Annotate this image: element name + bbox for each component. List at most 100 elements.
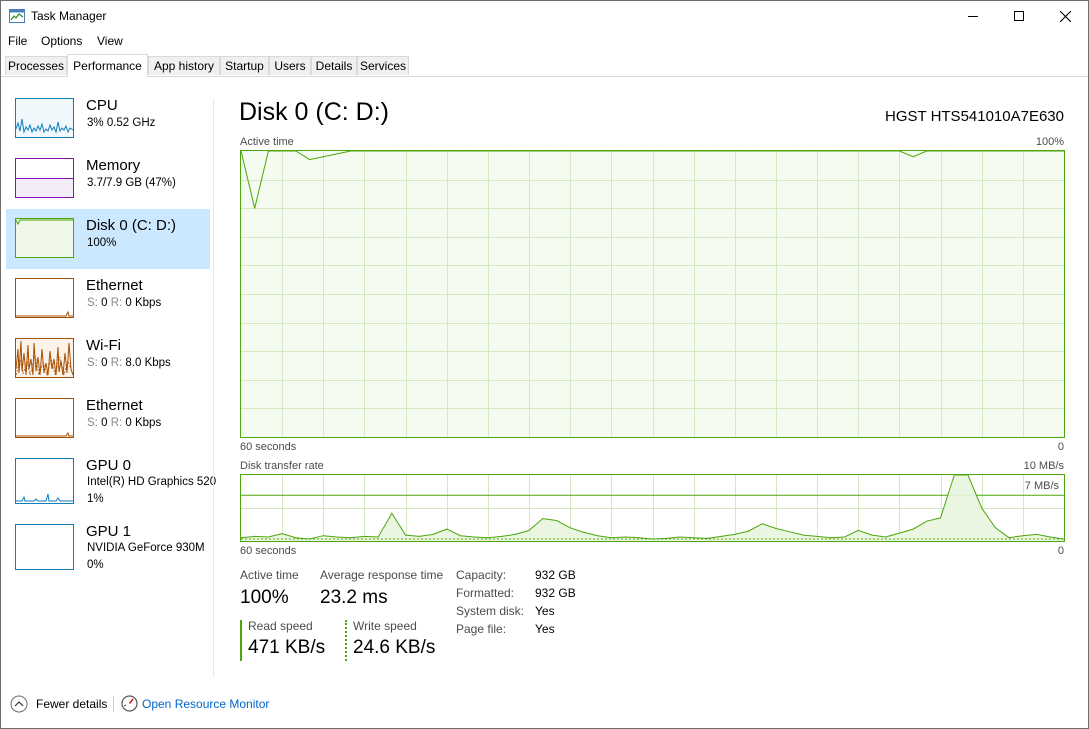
tab-services[interactable]: Services bbox=[357, 56, 409, 75]
sidebar-item-gpu1[interactable]: GPU 1 NVIDIA GeForce 930M 0% bbox=[6, 515, 210, 581]
data-point bbox=[610, 537, 612, 539]
minimize-button[interactable] bbox=[950, 1, 996, 31]
data-point bbox=[843, 151, 846, 152]
data-point bbox=[926, 520, 928, 522]
footer: Fewer details Open Resource Monitor bbox=[1, 689, 1088, 719]
data-point bbox=[1063, 151, 1064, 152]
gpu1-thumbnail bbox=[15, 524, 74, 570]
data-point bbox=[446, 528, 448, 530]
data-point bbox=[1008, 537, 1010, 539]
sidebar-divider bbox=[213, 99, 214, 677]
capacity-value: 932 GB bbox=[535, 568, 576, 582]
data-point bbox=[981, 507, 983, 509]
tab-performance[interactable]: Performance bbox=[67, 54, 148, 77]
active-time-plot bbox=[241, 151, 1064, 437]
wifi-thumbnail bbox=[15, 338, 74, 378]
sidebar-item-detail: 3% 0.52 GHz bbox=[87, 117, 156, 129]
active-time-max-label: 100% bbox=[1035, 136, 1064, 148]
sidebar-item-disk0[interactable]: Disk 0 (C: D:) 100% bbox=[6, 209, 210, 269]
data-point bbox=[885, 151, 887, 152]
sidebar-item-detail: 100% bbox=[87, 237, 117, 249]
data-point bbox=[939, 151, 942, 152]
data-point bbox=[871, 151, 873, 152]
data-point bbox=[679, 151, 681, 152]
menu-file[interactable]: File bbox=[8, 34, 27, 48]
data-point bbox=[308, 158, 311, 161]
write-speed-value: 24.6 KB/s bbox=[353, 637, 436, 658]
data-point bbox=[336, 536, 338, 538]
data-point bbox=[843, 536, 846, 538]
data-point bbox=[789, 151, 791, 152]
fewer-details-link[interactable]: Fewer details bbox=[36, 697, 107, 711]
sidebar-item-ethernet-2[interactable]: Ethernet S: 0 R: 0 Kbps bbox=[6, 389, 210, 449]
data-point bbox=[528, 529, 530, 532]
tab-bar: Processes Performance App history Startu… bbox=[1, 54, 1088, 77]
tab-users[interactable]: Users bbox=[269, 56, 311, 75]
sidebar-item-detail: S: 0 R: 0 Kbps bbox=[87, 417, 162, 429]
data-point bbox=[432, 151, 434, 152]
minimize-icon bbox=[968, 16, 978, 17]
sidebar-item-cpu[interactable]: CPU 3% 0.52 GHz bbox=[6, 89, 210, 149]
write-speed-label: Write speed bbox=[353, 619, 417, 633]
data-point bbox=[939, 517, 942, 519]
data-point bbox=[418, 151, 420, 152]
sidebar-item-detail-2: 1% bbox=[87, 493, 104, 505]
data-point bbox=[651, 538, 654, 540]
data-point bbox=[871, 534, 873, 536]
chevron-up-icon[interactable] bbox=[10, 695, 28, 713]
data-point bbox=[1008, 151, 1010, 152]
sidebar-item-ethernet[interactable]: Ethernet S: 0 R: 0 Kbps bbox=[6, 269, 210, 329]
data-point bbox=[775, 527, 777, 530]
data-point bbox=[487, 537, 489, 539]
data-point bbox=[405, 534, 407, 536]
close-icon bbox=[1059, 10, 1071, 22]
data-point bbox=[583, 531, 585, 534]
data-point bbox=[295, 537, 297, 539]
sidebar-item-label: Ethernet bbox=[86, 277, 143, 294]
menu-bar: File Options View bbox=[1, 32, 1088, 50]
close-button[interactable] bbox=[1042, 1, 1088, 31]
data-point bbox=[638, 537, 640, 539]
data-point bbox=[514, 533, 516, 535]
data-point bbox=[391, 512, 393, 514]
tab-app-history[interactable]: App history bbox=[148, 56, 220, 75]
maximize-button[interactable] bbox=[996, 1, 1042, 31]
data-point bbox=[583, 151, 585, 152]
disk-thumbnail bbox=[15, 218, 74, 258]
active-time-graph-label: Active time bbox=[240, 136, 294, 148]
sidebar-item-detail: 3.7/7.9 GB (47%) bbox=[87, 177, 176, 189]
transfer-rate-min-label: 0 bbox=[1057, 545, 1064, 557]
task-manager-window: Task Manager File Options View Processes… bbox=[0, 0, 1089, 729]
data-point bbox=[651, 151, 654, 152]
data-point bbox=[1049, 151, 1051, 152]
avg-response-label: Average response time bbox=[320, 568, 444, 582]
data-point bbox=[830, 151, 832, 152]
data-point bbox=[555, 519, 558, 522]
tab-processes[interactable]: Processes bbox=[5, 56, 67, 75]
sidebar-item-label: CPU bbox=[86, 97, 118, 114]
data-point bbox=[693, 537, 695, 539]
data-point bbox=[857, 529, 859, 532]
sidebar-item-detail: S: 0 R: 8.0 Kbps bbox=[87, 357, 171, 369]
system-disk-value: Yes bbox=[535, 604, 555, 618]
sidebar-item-label: Disk 0 (C: D:) bbox=[86, 217, 176, 234]
read-speed-value: 471 KB/s bbox=[248, 637, 326, 658]
data-point bbox=[281, 533, 283, 535]
data-point bbox=[377, 536, 379, 538]
sidebar-item-gpu0[interactable]: GPU 0 Intel(R) HD Graphics 520 1% bbox=[6, 449, 216, 515]
open-resource-monitor-link[interactable]: Open Resource Monitor bbox=[142, 697, 269, 711]
menu-view[interactable]: View bbox=[97, 34, 123, 48]
active-time-min-label: 0 bbox=[1057, 441, 1064, 453]
data-point bbox=[624, 536, 626, 538]
sidebar-item-memory[interactable]: Memory 3.7/7.9 GB (47%) bbox=[6, 149, 210, 209]
sidebar-item-label: GPU 1 bbox=[86, 523, 132, 540]
transfer-rate-duration-label: 60 seconds bbox=[240, 545, 297, 557]
sidebar-item-wifi[interactable]: Wi-Fi S: 0 R: 8.0 Kbps bbox=[6, 329, 210, 389]
active-time-duration-label: 60 seconds bbox=[240, 441, 297, 453]
data-point bbox=[350, 537, 352, 539]
data-point bbox=[761, 523, 763, 525]
memory-thumbnail bbox=[15, 158, 74, 198]
tab-startup[interactable]: Startup bbox=[220, 56, 269, 75]
tab-details[interactable]: Details bbox=[311, 56, 357, 75]
menu-options[interactable]: Options bbox=[41, 34, 82, 48]
